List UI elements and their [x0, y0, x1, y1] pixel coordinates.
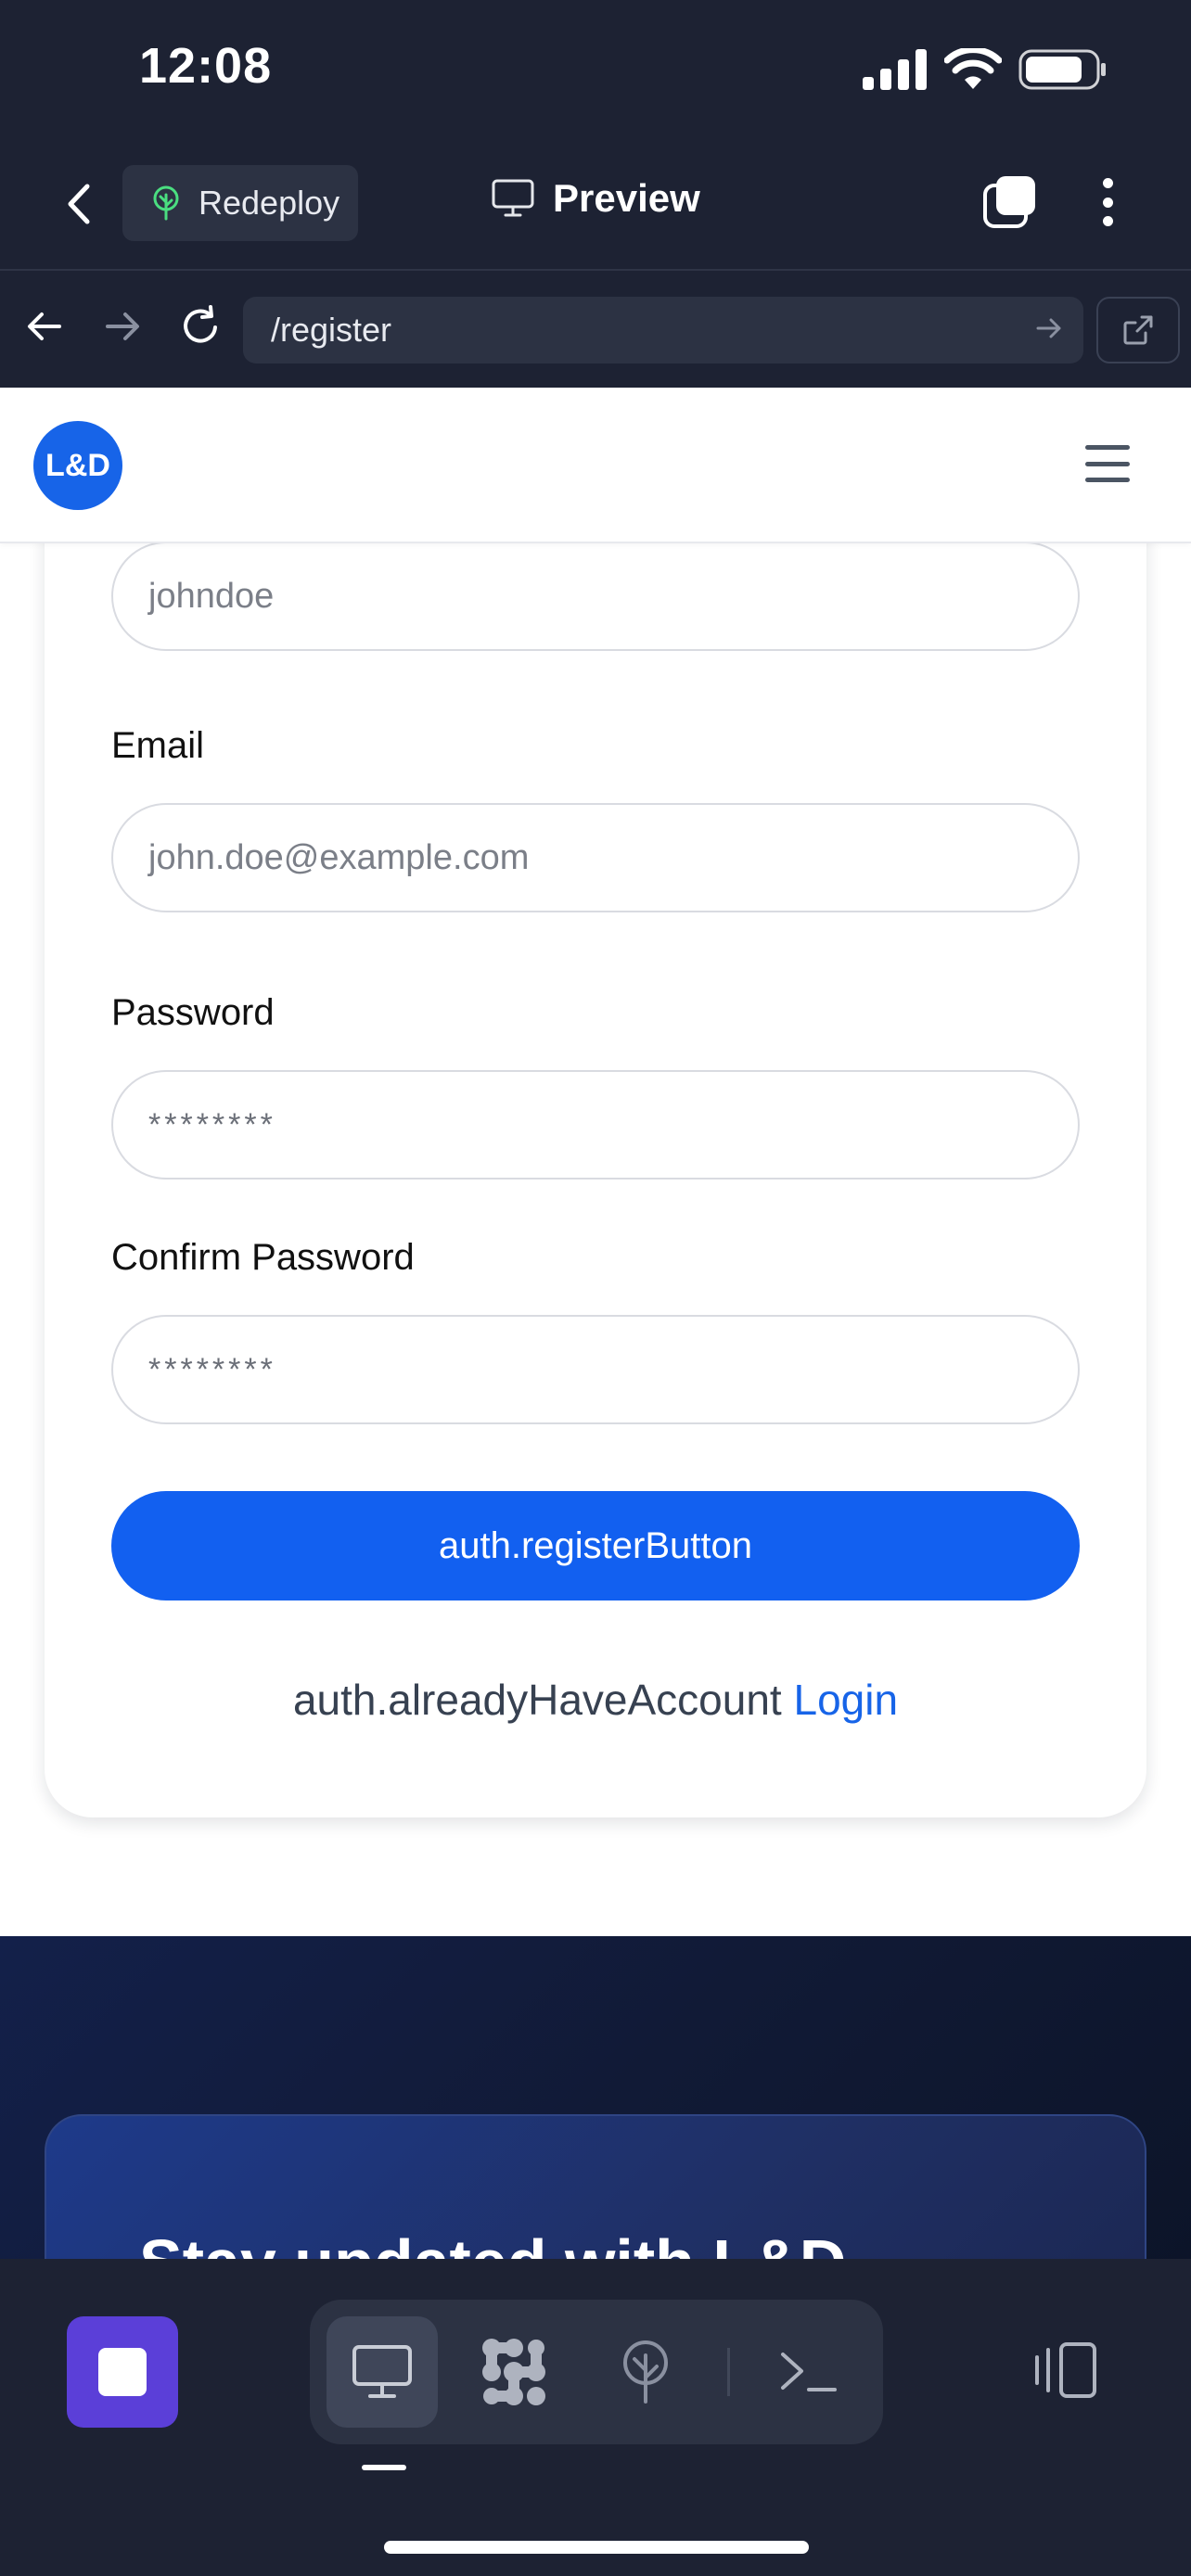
tool-group: [310, 2300, 883, 2444]
confirm-password-placeholder: ********: [148, 1351, 276, 1387]
more-dot: [1102, 178, 1113, 188]
email-label: Email: [111, 725, 205, 766]
preview-title: Preview: [492, 176, 700, 221]
terminal-icon: [781, 2353, 837, 2391]
redeploy-label: Redeploy: [198, 184, 340, 222]
menu-icon-bar: [1085, 461, 1130, 466]
wifi-icon: [944, 48, 1002, 89]
site-logo[interactable]: L&D: [33, 421, 122, 510]
password-placeholder: ********: [148, 1106, 276, 1142]
browser-back-button[interactable]: [19, 300, 70, 352]
preview-tool-button[interactable]: [327, 2316, 438, 2428]
tabs-icon: [983, 176, 1035, 228]
newsletter-title: Stay updated with L&D: [139, 2225, 846, 2259]
password-label: Password: [111, 992, 275, 1033]
tree-icon: [153, 185, 179, 221]
more-options-button[interactable]: [1091, 174, 1124, 230]
more-dot: [1102, 197, 1113, 208]
status-bar: 12:08: [0, 0, 1191, 139]
grid-blob-icon: [482, 2339, 545, 2405]
email-input[interactable]: john.doe@example.com: [111, 803, 1080, 912]
home-indicator: [384, 2541, 809, 2554]
confirm-password-label: Confirm Password: [111, 1237, 415, 1278]
external-link-icon: [1123, 315, 1153, 345]
confirm-password-input[interactable]: ********: [111, 1315, 1080, 1424]
devices-icon: [1035, 2342, 1096, 2398]
status-icons: [863, 48, 1108, 91]
menu-icon-bar: [1085, 445, 1130, 450]
back-button[interactable]: [56, 176, 102, 232]
login-link[interactable]: Login: [794, 1676, 899, 1724]
browser-bar: /register: [0, 271, 1191, 388]
go-arrow-icon[interactable]: [1035, 315, 1063, 341]
tree-icon: [623, 2340, 668, 2404]
url-field[interactable]: /register: [243, 297, 1083, 363]
more-dot: [1102, 216, 1113, 226]
tool-divider: [727, 2348, 730, 2396]
stop-icon: [98, 2348, 147, 2396]
database-tool-button[interactable]: [458, 2316, 570, 2428]
arrow-right-icon: [106, 312, 139, 340]
tabs-button[interactable]: [981, 174, 1037, 230]
menu-button[interactable]: [1085, 445, 1130, 482]
signal-icon: [863, 49, 927, 90]
url-text: /register: [271, 311, 392, 349]
site-header: L&D: [0, 388, 1191, 543]
web-content: L&D johndoe Email john.doe@example.com P…: [0, 388, 1191, 2259]
site-footer: Stay updated with L&D: [0, 1936, 1191, 2259]
terminal-tool-button[interactable]: [753, 2316, 864, 2428]
redeploy-button[interactable]: Redeploy: [122, 165, 358, 241]
password-input[interactable]: ********: [111, 1070, 1080, 1180]
preview-label: Preview: [553, 176, 700, 220]
monitor-icon: [492, 179, 534, 217]
deploy-tool-button[interactable]: [590, 2316, 701, 2428]
login-prompt: auth.alreadyHaveAccount Login: [0, 1675, 1191, 1725]
username-placeholder: johndoe: [148, 576, 275, 616]
open-external-button[interactable]: [1096, 297, 1180, 363]
device-toggle-button[interactable]: [1030, 2333, 1104, 2407]
active-tab-indicator: [362, 2465, 406, 2470]
bottom-toolbar: [0, 2259, 1191, 2576]
stop-button[interactable]: [67, 2316, 178, 2428]
email-placeholder: john.doe@example.com: [148, 837, 530, 877]
chevron-left-icon: [68, 184, 90, 224]
reload-icon: [184, 305, 217, 343]
browser-forward-button[interactable]: [96, 300, 148, 352]
reload-button[interactable]: [174, 300, 226, 352]
battery-icon: [1018, 49, 1106, 90]
already-have-account-text: auth.alreadyHaveAccount: [292, 1676, 782, 1724]
monitor-icon: [352, 2345, 412, 2398]
status-time: 12:08: [139, 38, 273, 94]
register-button[interactable]: auth.registerButton: [111, 1491, 1080, 1600]
app-bar: Redeploy Preview: [0, 139, 1191, 271]
menu-icon-bar: [1085, 478, 1130, 482]
newsletter-card: Stay updated with L&D: [45, 2114, 1146, 2259]
username-input[interactable]: johndoe: [111, 542, 1080, 651]
arrow-left-icon: [28, 312, 61, 340]
